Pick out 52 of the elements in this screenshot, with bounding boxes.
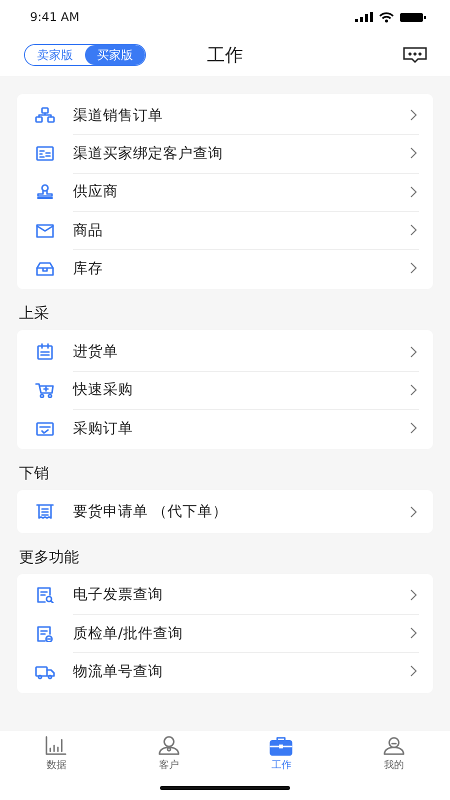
chevron-icon: [410, 588, 417, 601]
box-icon: [35, 260, 55, 277]
chevron-icon: [410, 186, 417, 198]
check-screen-icon: [35, 420, 55, 437]
menu-item-label[interactable]: 质检单/批件查询: [73, 624, 392, 643]
wifi-icon: [379, 12, 394, 22]
menu-item-label[interactable]: 采购订单: [73, 418, 392, 438]
stamp-icon: [35, 183, 55, 200]
chevron-icon: [410, 346, 417, 358]
tab-item[interactable]: 工作: [225, 735, 338, 775]
clipboard-icon: [35, 343, 55, 360]
chevron-icon: [410, 224, 417, 236]
section-title: 更多功能: [19, 548, 79, 566]
cart-icon: [35, 381, 55, 398]
menu-item-label[interactable]: 库存: [73, 258, 392, 278]
chevron-icon: [410, 422, 417, 434]
chevron-icon: [410, 109, 417, 122]
person-icon: [156, 735, 181, 756]
section-title: 上采: [19, 304, 49, 322]
chevron-icon: [410, 665, 417, 678]
bar-chart-icon: [44, 735, 68, 756]
org-chart-icon: [35, 106, 55, 124]
document-search-icon: [35, 586, 55, 604]
message-icon[interactable]: [402, 46, 428, 64]
section-title: 下销: [19, 464, 49, 482]
menu-item-label[interactable]: 进货单: [73, 342, 392, 362]
chevron-icon: [410, 147, 417, 160]
menu-item-label[interactable]: 渠道销售订单: [73, 106, 392, 125]
menu-item-label[interactable]: 快速采购: [73, 380, 392, 400]
menu-item-label[interactable]: 商品: [73, 220, 392, 240]
menu-item-label[interactable]: 物流单号查询: [73, 662, 392, 681]
menu-item-label[interactable]: 渠道买家绑定客户查询: [73, 144, 392, 163]
signal-icon: [355, 12, 373, 22]
id-card-icon: [35, 144, 55, 162]
person-icon: [382, 735, 406, 756]
battery-icon: [400, 12, 426, 22]
status-time: 9:41 AM: [30, 10, 80, 24]
version-toggle-option[interactable]: 买家版: [85, 45, 145, 65]
tab-item[interactable]: 客户: [112, 735, 225, 775]
tab-item[interactable]: 数据: [0, 735, 112, 775]
chevron-icon: [410, 627, 417, 640]
page-title: 工作: [207, 45, 243, 66]
tab-item[interactable]: 我的: [338, 735, 450, 775]
chevron-icon: [410, 506, 417, 518]
document-icon: [35, 624, 55, 642]
chevron-icon: [410, 384, 417, 396]
menu-item-label[interactable]: 供应商: [73, 182, 392, 202]
menu-item-label[interactable]: 电子发票查询: [73, 585, 392, 604]
tray-icon: [35, 222, 55, 239]
chevron-icon: [410, 262, 417, 274]
briefcase-icon: [269, 735, 294, 756]
receipt-icon: [35, 503, 55, 520]
